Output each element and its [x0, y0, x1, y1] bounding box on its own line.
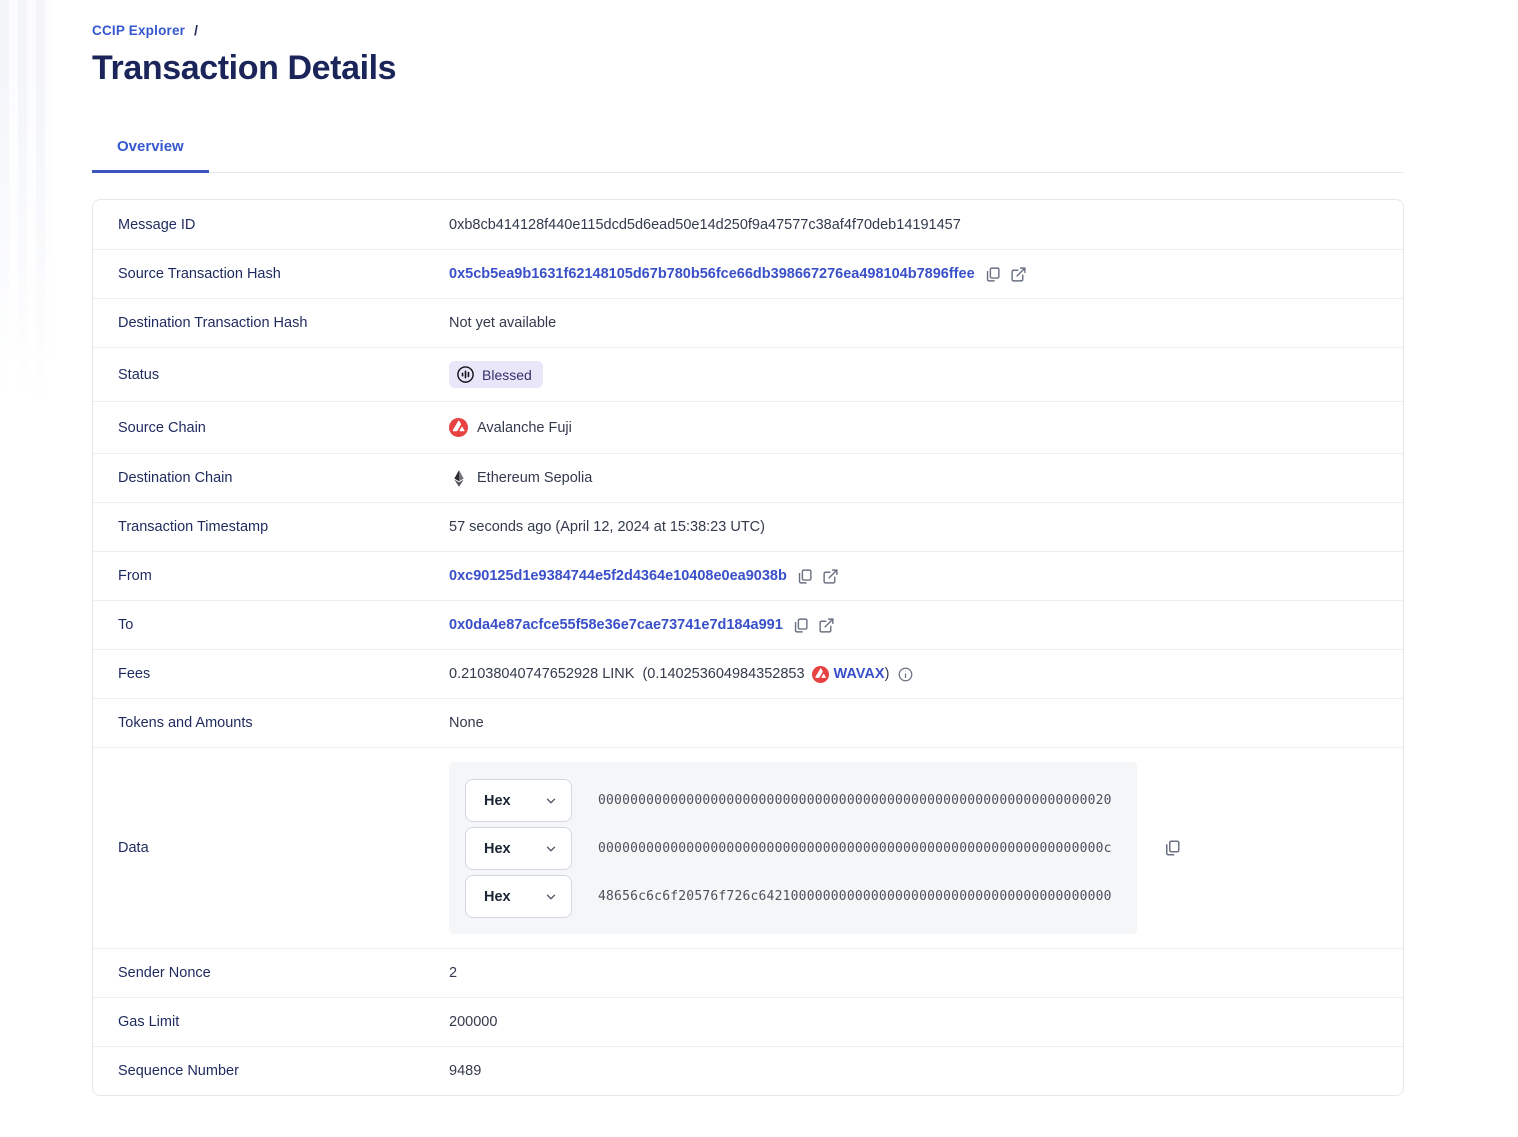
fees-converted-suffix: )	[885, 666, 890, 682]
data-hex-panel: Hex 000000000000000000000000000000000000…	[449, 762, 1137, 934]
row-label: Gas Limit	[93, 1014, 449, 1030]
breadcrumb: CCIP Explorer /	[92, 23, 396, 38]
to-address-link[interactable]: 0x0da4e87acfce55f58e36e7cae73741e7d184a9…	[449, 617, 783, 633]
row-label: Source Chain	[93, 420, 449, 436]
external-link-icon[interactable]	[818, 617, 835, 634]
source-tx-hash-value: 0x5cb5ea9b1631f62148105d67b780b56fce66db…	[449, 266, 1027, 283]
table-row-destination-tx-hash: Destination Transaction Hash Not yet ava…	[93, 298, 1403, 347]
copy-icon[interactable]	[796, 568, 813, 585]
fees-converted-prefix: (0.140253604984352853	[642, 666, 804, 682]
table-row-source-tx-hash: Source Transaction Hash 0x5cb5ea9b1631f6…	[93, 249, 1403, 298]
blessed-status-icon	[456, 365, 475, 384]
row-label: Tokens and Amounts	[93, 715, 449, 731]
copy-icon[interactable]	[792, 617, 809, 634]
message-id-value: 0xb8cb414128f440e115dcd5d6ead50e14d250f9…	[449, 217, 961, 233]
source-chain-name: Avalanche Fuji	[477, 420, 572, 436]
data-line: Hex 000000000000000000000000000000000000…	[465, 827, 1121, 870]
data-hex-value: 0000000000000000000000000000000000000000…	[598, 841, 1112, 856]
breadcrumb-separator: /	[194, 23, 198, 38]
table-row-to: To 0x0da4e87acfce55f58e36e7cae73741e7d18…	[93, 600, 1403, 649]
destination-tx-hash-value: Not yet available	[449, 315, 556, 331]
copy-icon[interactable]	[984, 266, 1001, 283]
timestamp-value: 57 seconds ago (April 12, 2024 at 15:38:…	[449, 519, 765, 535]
table-row-fees: Fees 0.21038040747652928 LINK (0.1402536…	[93, 649, 1403, 698]
row-label: Sender Nonce	[93, 965, 449, 981]
row-label: From	[93, 568, 449, 584]
wavax-token-icon	[812, 666, 829, 683]
from-address-link[interactable]: 0xc90125d1e9384744e5f2d4364e10408e0ea903…	[449, 568, 787, 584]
row-label: Message ID	[93, 217, 449, 233]
tab-overview[interactable]: Overview	[92, 131, 209, 173]
data-line: Hex 000000000000000000000000000000000000…	[465, 779, 1121, 822]
table-row-gas-limit: Gas Limit 200000	[93, 997, 1403, 1046]
data-hex-value: 48656c6c6f20576f726c64210000000000000000…	[598, 889, 1112, 904]
info-icon[interactable]	[898, 667, 913, 682]
ethereum-icon	[449, 470, 468, 487]
data-format-select-value: Hex	[484, 841, 511, 857]
wavax-token-link[interactable]: WAVAX	[834, 666, 885, 682]
row-label: Fees	[93, 666, 449, 682]
table-row-tokens-and-amounts: Tokens and Amounts None	[93, 698, 1403, 747]
tokens-and-amounts-value: None	[449, 715, 484, 731]
chevron-down-icon	[544, 794, 558, 808]
status-badge: Blessed	[449, 361, 543, 388]
breadcrumb-link-ccip-explorer[interactable]: CCIP Explorer	[92, 23, 185, 38]
status-badge-label: Blessed	[482, 367, 532, 383]
row-label: Sequence Number	[93, 1063, 449, 1079]
table-row-source-chain: Source Chain Avalanche Fuji	[93, 401, 1403, 453]
page-title: Transaction Details	[92, 49, 396, 88]
table-row-sequence-number: Sequence Number 9489	[93, 1046, 1403, 1095]
avalanche-icon	[449, 418, 468, 437]
table-row-sender-nonce: Sender Nonce 2	[93, 948, 1403, 997]
gas-limit-value: 200000	[449, 1014, 497, 1030]
row-label: Destination Transaction Hash	[93, 315, 449, 331]
external-link-icon[interactable]	[822, 568, 839, 585]
data-format-select-value: Hex	[484, 793, 511, 809]
chevron-down-icon	[544, 890, 558, 904]
source-tx-hash-link[interactable]: 0x5cb5ea9b1631f62148105d67b780b56fce66db…	[449, 266, 975, 282]
row-label: Status	[93, 367, 449, 383]
data-format-select[interactable]: Hex	[465, 875, 572, 918]
table-row-data: Data Hex 0000000000000000000000000000000…	[93, 747, 1403, 948]
data-line: Hex 48656c6c6f20576f726c6421000000000000…	[465, 875, 1121, 918]
row-label: To	[93, 617, 449, 633]
page-header: CCIP Explorer / Transaction Details	[92, 23, 396, 88]
ccip-explorer-transaction-details-page: CCIP Explorer / Transaction Details Over…	[0, 0, 1518, 1137]
chevron-down-icon	[544, 842, 558, 856]
external-link-icon[interactable]	[1010, 266, 1027, 283]
sender-nonce-value: 2	[449, 965, 457, 981]
sequence-number-value: 9489	[449, 1063, 481, 1079]
transaction-details-card: Message ID 0xb8cb414128f440e115dcd5d6ead…	[92, 199, 1404, 1096]
tab-bar: Overview	[92, 131, 1404, 173]
row-label: Data	[93, 840, 449, 856]
copy-icon[interactable]	[1163, 839, 1181, 857]
table-row-status: Status Blessed	[93, 347, 1403, 401]
fees-amount: 0.21038040747652928 LINK	[449, 666, 634, 682]
table-row-from: From 0xc90125d1e9384744e5f2d4364e10408e0…	[93, 551, 1403, 600]
data-hex-value: 0000000000000000000000000000000000000000…	[598, 793, 1112, 808]
table-row-destination-chain: Destination Chain Ethereum Sepolia	[93, 453, 1403, 502]
data-format-select-value: Hex	[484, 889, 511, 905]
row-label: Source Transaction Hash	[93, 266, 449, 282]
table-row-timestamp: Transaction Timestamp 57 seconds ago (Ap…	[93, 502, 1403, 551]
data-format-select[interactable]: Hex	[465, 779, 572, 822]
data-format-select[interactable]: Hex	[465, 827, 572, 870]
destination-chain-name: Ethereum Sepolia	[477, 470, 592, 486]
table-row-message-id: Message ID 0xb8cb414128f440e115dcd5d6ead…	[93, 200, 1403, 249]
row-label: Transaction Timestamp	[93, 519, 449, 535]
row-label: Destination Chain	[93, 470, 449, 486]
background-decoration	[0, 0, 52, 560]
